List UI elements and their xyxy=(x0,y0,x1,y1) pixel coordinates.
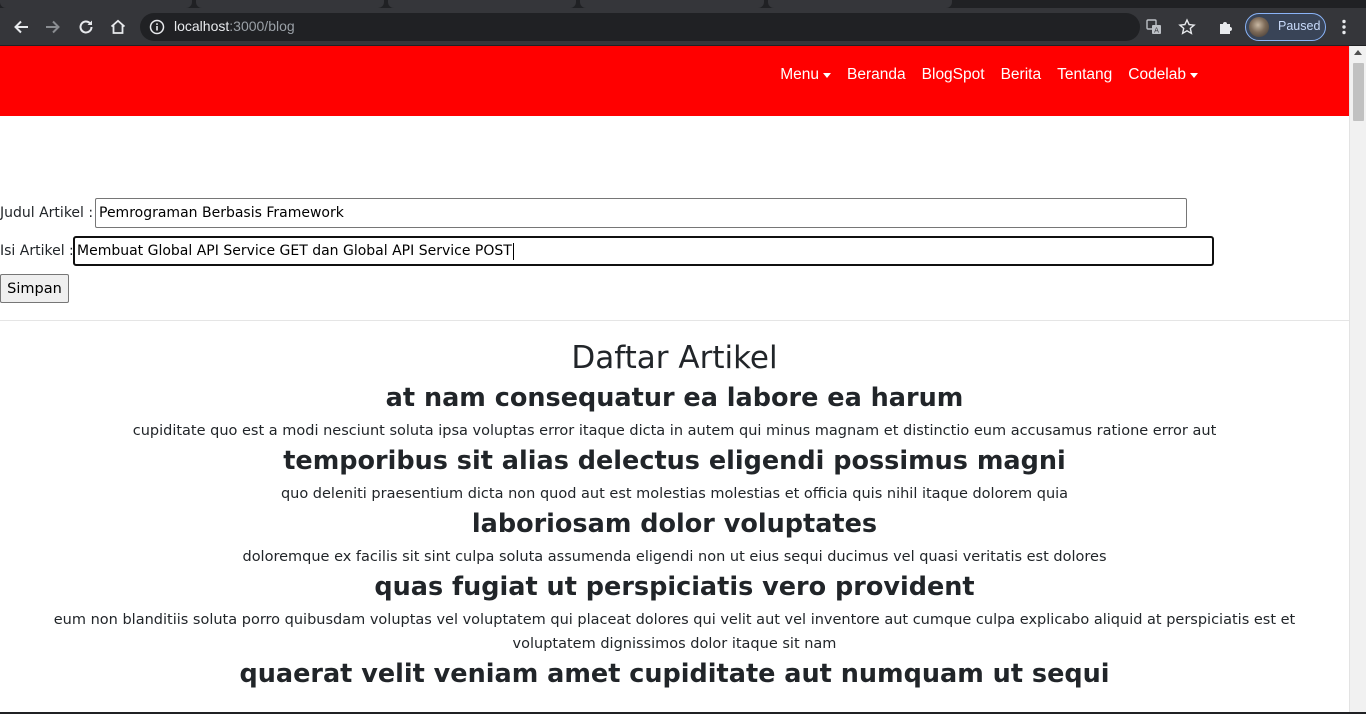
tab-strip xyxy=(0,0,1366,8)
body-input[interactable]: Membuat Global API Service GET dan Globa… xyxy=(73,236,1214,266)
article-title: temporibus sit alias delectus eligendi p… xyxy=(283,446,1066,476)
nav-item-berita[interactable]: Berita xyxy=(993,65,1050,85)
url-host: localhost xyxy=(174,18,230,34)
nav-item-label: Tentang xyxy=(1057,66,1113,83)
caret-down-icon xyxy=(1190,72,1198,78)
article-body: cupiditate quo est a modi nesciunt solut… xyxy=(132,423,1217,439)
nav-item-label: Berita xyxy=(1000,66,1042,83)
browser-toolbar: localhost:3000/blog A Paused xyxy=(0,8,1366,46)
article-item: at nam consequatur ea labore ea harum cu… xyxy=(0,378,1349,443)
forward-icon[interactable] xyxy=(40,14,66,40)
browser-tab[interactable] xyxy=(580,0,764,8)
body-input-value: Membuat Global API Service GET dan Globa… xyxy=(77,243,512,259)
profile-button[interactable]: Paused xyxy=(1245,13,1326,41)
title-input[interactable]: Pemrograman Berbasis Framework xyxy=(95,198,1187,228)
extensions-puzzle-icon[interactable] xyxy=(1213,14,1239,40)
article-body: doloremque ex facilis sit sint culpa sol… xyxy=(242,549,1107,565)
divider xyxy=(0,320,1349,321)
nav-menu: Menu Beranda BlogSpot Berita Tentang Cod… xyxy=(772,65,1206,85)
article-title: at nam consequatur ea labore ea harum xyxy=(385,383,964,413)
article-title: quaerat velit veniam amet cupiditate aut… xyxy=(239,659,1110,689)
nav-item-codelab[interactable]: Codelab xyxy=(1120,65,1206,85)
avatar xyxy=(1249,17,1269,37)
scroll-up-arrow-icon[interactable] xyxy=(1354,50,1362,55)
article-title: laboriosam dolor voluptates xyxy=(471,509,878,539)
article-item: temporibus sit alias delectus eligendi p… xyxy=(0,441,1349,506)
article-body: eum non blanditiis soluta porro quibusda… xyxy=(53,612,1296,652)
article-title: quas fugiat ut perspiciatis vero provide… xyxy=(374,572,975,602)
page-viewport: Menu Beranda BlogSpot Berita Tentang Cod… xyxy=(0,46,1349,714)
browser-tab[interactable] xyxy=(768,0,952,8)
browser-tab[interactable] xyxy=(388,0,576,8)
home-icon[interactable] xyxy=(105,14,131,40)
body-row: Isi Artikel : xyxy=(0,236,74,266)
title-input-value: Pemrograman Berbasis Framework xyxy=(99,205,344,221)
url-text: localhost:3000/blog xyxy=(174,18,295,34)
nav-item-label: Beranda xyxy=(847,66,906,83)
more-menu-icon[interactable] xyxy=(1331,14,1357,40)
save-button[interactable]: Simpan xyxy=(0,274,69,303)
article-item: quaerat velit veniam amet cupiditate aut… xyxy=(0,654,1349,694)
browser-tab[interactable] xyxy=(0,0,192,8)
nav-item-label: Codelab xyxy=(1128,66,1186,83)
article-item: laboriosam dolor voluptates doloremque e… xyxy=(0,504,1349,569)
title-label: Judul Artikel : xyxy=(0,205,94,221)
nav-item-label: Menu xyxy=(780,66,820,83)
profile-status-label: Paused xyxy=(1278,19,1321,33)
navbar: Menu Beranda BlogSpot Berita Tentang Cod… xyxy=(0,46,1349,116)
body-label: Isi Artikel : xyxy=(0,243,74,259)
nav-item-label: BlogSpot xyxy=(921,66,985,83)
caret-down-icon xyxy=(823,72,832,78)
text-cursor xyxy=(512,242,514,260)
nav-item-tentang[interactable]: Tentang xyxy=(1049,65,1120,85)
back-icon[interactable] xyxy=(8,14,34,40)
translate-icon[interactable]: A xyxy=(1141,14,1167,40)
svg-text:A: A xyxy=(1154,27,1159,35)
scroll-thumb[interactable] xyxy=(1353,63,1364,121)
address-bar[interactable]: localhost:3000/blog xyxy=(140,13,1140,41)
bookmark-star-icon[interactable] xyxy=(1174,14,1200,40)
browser-tab[interactable] xyxy=(196,0,384,8)
nav-item-beranda[interactable]: Beranda xyxy=(839,65,914,85)
reload-icon[interactable] xyxy=(73,14,99,40)
article-list: Daftar Artikel at nam consequatur ea lab… xyxy=(0,336,1349,695)
nav-item-blogspot[interactable]: BlogSpot xyxy=(914,65,993,85)
article-body: quo deleniti praesentium dicta non quod … xyxy=(280,486,1069,502)
nav-item-menu[interactable]: Menu xyxy=(772,65,839,85)
info-icon[interactable] xyxy=(149,19,165,35)
url-path: :3000/blog xyxy=(229,18,295,34)
title-row: Judul Artikel : xyxy=(0,198,93,228)
article-item: quas fugiat ut perspiciatis vero provide… xyxy=(0,567,1349,656)
page-scrollbar[interactable] xyxy=(1349,46,1366,714)
article-list-heading: Daftar Artikel xyxy=(571,340,778,376)
